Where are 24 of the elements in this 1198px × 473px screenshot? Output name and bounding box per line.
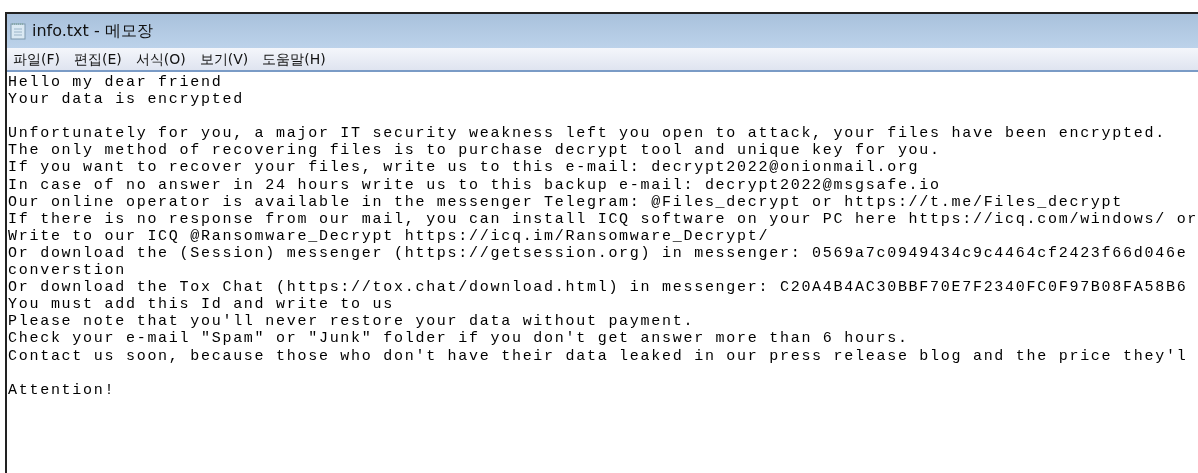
text-line: Or download the (Session) messenger (https://getsession.org) in messenger: 0569a7c0949434c9c4464cf2423f66d046e [8,244,1188,263]
text-line: You must add this Id and write to us [8,296,394,314]
text-line: Attention! [8,381,116,399]
window-title: info.txt - 메모장 [32,20,153,42]
menu-item[interactable]: 파일(F) [13,48,60,70]
menu-item[interactable]: 보기(V) [199,48,249,70]
text-line: Check your e-mail "Spam" or "Junk" folder if you don't get answer more than 6 hours. [8,330,909,348]
menu-item[interactable]: 도움말(H) [262,48,326,70]
text-line: Our online operator is available in the messenger Telegram: @Files_decrypt or https://t.me/Files_decrypt [8,193,1124,211]
notepad-icon [10,22,26,40]
menu-item[interactable]: 편집(E) [74,48,122,70]
text-line: In case of no answer in 24 hours write us to this backup e-mail: decrypt2022@msgsafe.io [8,176,941,194]
menu-item[interactable]: 서식(O) [135,48,186,70]
text-line: converstion [8,262,126,280]
text-line: If you want to recover your files, write us to this e-mail: decrypt2022@onionmail.org [8,159,920,177]
text-line: Write to our ICQ @Ransomware_Decrypt https://icq.im/Ransomware_Decrypt/ [8,227,770,245]
text-line: Your data is encrypted [8,91,244,109]
text-line: Contact us soon, because those who don't have their data leaked in our press release blog and the price they'l [8,347,1188,365]
text-line: The only method of recovering files is to purchase decrypt tool and unique key for you. [8,142,941,160]
text-line: Hello my dear friend [8,74,223,92]
text-line: If there is no response from our mail, you can install ICQ software on your PC here https://icq.com/windows/ or [8,210,1198,228]
text-line: Or download the Tox Chat (https://tox.chat/download.html) in messenger: C20A4B4AC30BBF70E7F2340FC0F97B08FA58B6 [8,279,1188,297]
text-line: Unfortunately for you, a major IT security weakness left you open to attack, your files have been encrypted. [8,125,1166,143]
text-line: Please note that you'll never restore your data without payment. [8,313,695,331]
